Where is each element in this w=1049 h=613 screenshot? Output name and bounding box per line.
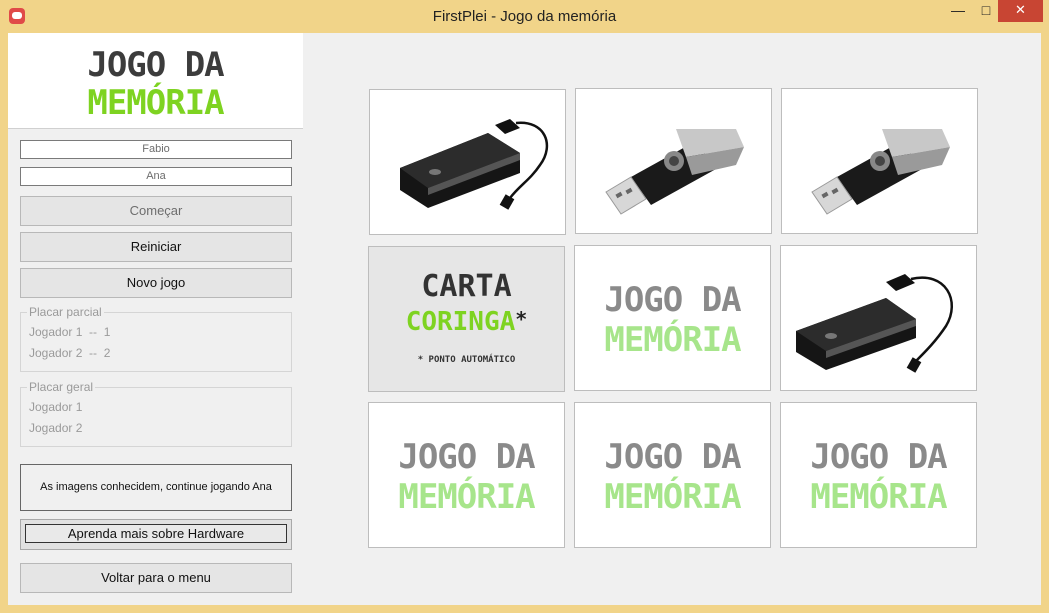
overall-score-player1: Jogador 1 — [29, 400, 83, 414]
usb-flash-drive-icon — [811, 129, 950, 215]
game-board: CARTA CORINGA* * PONTO AUTOMÁTICO JOGO D… — [303, 33, 1041, 605]
partial-score-player2: Jogador 2 -- 2 — [29, 346, 111, 360]
game-logo: JOGO DA MEMÓRIA — [8, 33, 303, 129]
logo-line-1: JOGO DA — [87, 45, 224, 85]
card-2-usb-drive[interactable] — [575, 88, 772, 234]
new-game-button[interactable]: Novo jogo — [20, 268, 292, 298]
card-9-back[interactable]: JOGO DA MEMÓRIA — [780, 402, 977, 548]
card-6-hard-drive[interactable] — [780, 245, 977, 391]
logo-line-2: MEMÓRIA — [87, 83, 224, 123]
overall-score-title: Placar geral — [27, 380, 96, 394]
title-bar[interactable]: FirstPlei - Jogo da memória — □ ✕ — [0, 0, 1049, 31]
external-hard-drive-icon — [796, 274, 953, 373]
client-area: JOGO DA MEMÓRIA Fabio Ana Começar Reinic… — [8, 33, 1041, 605]
sidebar: JOGO DA MEMÓRIA Fabio Ana Começar Reinic… — [8, 33, 303, 605]
start-button[interactable]: Começar — [20, 196, 292, 226]
learn-hardware-button[interactable]: Aprenda mais sobre Hardware — [20, 519, 292, 550]
overall-score-group: Placar geral Jogador 1 Jogador 2 — [20, 380, 292, 447]
card-back-line-2: MEMÓRIA — [604, 477, 741, 517]
card-back-line-1: JOGO DA — [810, 437, 947, 477]
player2-field[interactable]: Ana — [20, 167, 292, 186]
joker-asterisk: * — [515, 307, 528, 331]
app-window: FirstPlei - Jogo da memória — □ ✕ JOGO D… — [0, 0, 1049, 613]
minimize-button[interactable]: — — [943, 0, 973, 22]
joker-subtitle-text: CORINGA — [405, 307, 516, 337]
partial-score-title: Placar parcial — [27, 305, 104, 319]
card-back-line-1: JOGO DA — [604, 280, 741, 320]
card-back-line-1: JOGO DA — [604, 437, 741, 477]
back-to-menu-button[interactable]: Voltar para o menu — [20, 563, 292, 593]
overall-score-player2: Jogador 2 — [29, 421, 83, 435]
partial-score-player1: Jogador 1 -- 1 — [29, 325, 111, 339]
joker-subtitle: CORINGA* — [369, 307, 564, 337]
card-back-line-2: MEMÓRIA — [810, 477, 947, 517]
usb-flash-drive-icon — [605, 129, 744, 215]
partial-score-group: Placar parcial Jogador 1 -- 1 Jogador 2 … — [20, 305, 292, 372]
card-8-back[interactable]: JOGO DA MEMÓRIA — [574, 402, 771, 548]
close-button[interactable]: ✕ — [998, 0, 1043, 22]
external-hard-drive-icon — [400, 119, 549, 210]
maximize-button[interactable]: □ — [971, 0, 1001, 22]
restart-button[interactable]: Reiniciar — [20, 232, 292, 262]
card-back-line-2: MEMÓRIA — [398, 477, 535, 517]
card-back-line-2: MEMÓRIA — [604, 320, 741, 360]
card-7-back[interactable]: JOGO DA MEMÓRIA — [368, 402, 565, 548]
joker-title: CARTA — [421, 269, 512, 304]
card-3-usb-drive[interactable] — [781, 88, 978, 234]
card-back-line-1: JOGO DA — [398, 437, 535, 477]
player1-field[interactable]: Fabio — [20, 140, 292, 159]
card-1-hard-drive[interactable] — [369, 89, 566, 235]
card-5-back[interactable]: JOGO DA MEMÓRIA — [574, 245, 771, 391]
card-4-joker[interactable]: CARTA CORINGA* * PONTO AUTOMÁTICO — [368, 246, 565, 392]
joker-note: * PONTO AUTOMÁTICO — [417, 355, 516, 365]
window-title: FirstPlei - Jogo da memória — [432, 8, 617, 25]
status-message: As imagens conhecidem, continue jogando … — [20, 464, 292, 511]
learn-hardware-label: Aprenda mais sobre Hardware — [25, 524, 287, 543]
